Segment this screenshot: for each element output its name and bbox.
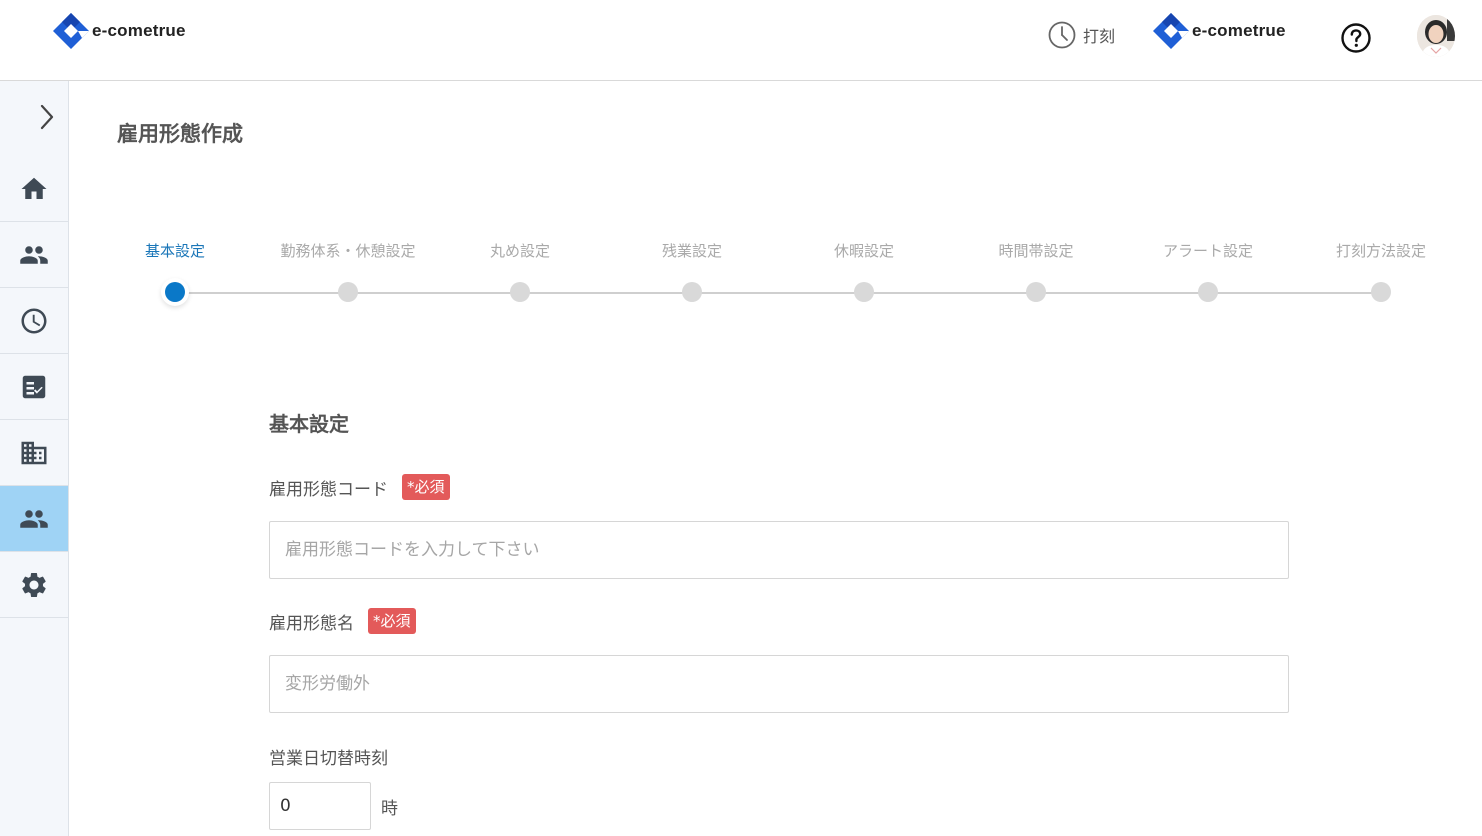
step-dot xyxy=(165,282,185,302)
question-circle-icon xyxy=(1341,23,1371,53)
hour-unit-label: 時 xyxy=(381,799,398,819)
gear-icon xyxy=(22,572,46,597)
step-label: 休暇設定 xyxy=(833,242,894,260)
company-logo-text: e-cometrue xyxy=(1192,21,1286,40)
app-logo[interactable]: e-cometrue xyxy=(52,12,186,50)
employment-code-input[interactable] xyxy=(269,521,1289,579)
step-label: 時間帯設定 xyxy=(998,242,1074,260)
step-dot xyxy=(1026,282,1046,302)
help-button[interactable] xyxy=(1340,22,1372,54)
step-dot xyxy=(1371,282,1391,302)
sidebar-item-approvals[interactable] xyxy=(0,354,68,420)
step-dot xyxy=(510,282,530,302)
employment-name-input[interactable] xyxy=(269,655,1289,713)
step-dot xyxy=(338,282,358,302)
step-rounding-settings[interactable]: 丸め設定 xyxy=(434,240,606,302)
avatar-image xyxy=(1417,15,1455,57)
step-basic-settings[interactable]: 基本設定 xyxy=(89,240,261,302)
step-dot xyxy=(1198,282,1218,302)
step-timeslot-settings[interactable]: 時間帯設定 xyxy=(950,240,1122,302)
sidebar-item-employment-types[interactable] xyxy=(0,486,68,552)
required-badge: *必須 xyxy=(368,608,416,634)
step-label: 打刻方法設定 xyxy=(1335,242,1426,260)
sidebar xyxy=(0,81,69,836)
required-badge: *必須 xyxy=(402,474,450,500)
employment-code-label: 雇用形態コード *必須 xyxy=(269,474,450,500)
sidebar-item-company[interactable] xyxy=(0,420,68,486)
step-dot xyxy=(682,282,702,302)
step-work-break-settings[interactable]: 勤務体系・休憩設定 xyxy=(262,240,434,302)
company-logo: e-cometrue xyxy=(1152,12,1286,50)
user-avatar[interactable] xyxy=(1417,15,1455,57)
step-label: 勤務体系・休憩設定 xyxy=(280,242,416,260)
building-icon xyxy=(21,441,47,464)
step-dot xyxy=(854,282,874,302)
page-title: 雇用形態作成 xyxy=(117,122,243,146)
step-leave-settings[interactable]: 休暇設定 xyxy=(778,240,950,302)
switch-time-label: 営業日切替時刻 xyxy=(269,744,388,769)
step-label: 基本設定 xyxy=(144,242,205,260)
punch-label: 打刻 xyxy=(1083,27,1116,46)
employment-name-label: 雇用形態名 *必須 xyxy=(269,608,416,634)
chevron-right-icon xyxy=(40,104,54,130)
clock-icon xyxy=(1048,21,1076,49)
logo-mark-icon xyxy=(53,13,89,49)
step-label: 残業設定 xyxy=(661,242,722,260)
step-alert-settings[interactable]: アラート設定 xyxy=(1122,240,1294,302)
employment-name-label-text: 雇用形態名 xyxy=(269,613,354,634)
progress-stepper: 基本設定 勤務体系・休憩設定 丸め設定 残業設定 休暇設定 時間帯設定 アラート… xyxy=(0,240,1482,320)
step-label: 丸め設定 xyxy=(489,242,550,260)
top-header: e-cometrue 打刻 e-cometrue xyxy=(0,0,1482,81)
logo-text: e-cometrue xyxy=(92,21,186,40)
logo-mark-icon xyxy=(1153,13,1189,49)
switch-time-label-text: 営業日切替時刻 xyxy=(269,749,388,769)
step-label: アラート設定 xyxy=(1162,242,1253,260)
step-punch-method-settings[interactable]: 打刻方法設定 xyxy=(1295,240,1467,302)
sidebar-item-home[interactable] xyxy=(0,156,68,222)
punch-button[interactable]: 打刻 xyxy=(1047,20,1115,50)
people-icon xyxy=(20,509,48,528)
sidebar-item-settings[interactable] xyxy=(0,552,68,618)
switch-time-input[interactable] xyxy=(269,782,371,830)
sidebar-toggle-button[interactable] xyxy=(0,81,68,153)
step-overtime-settings[interactable]: 残業設定 xyxy=(606,240,778,302)
employment-code-label-text: 雇用形態コード xyxy=(269,479,388,500)
home-icon xyxy=(21,177,47,199)
section-title: 基本設定 xyxy=(269,412,349,436)
checklist-icon xyxy=(22,375,46,398)
